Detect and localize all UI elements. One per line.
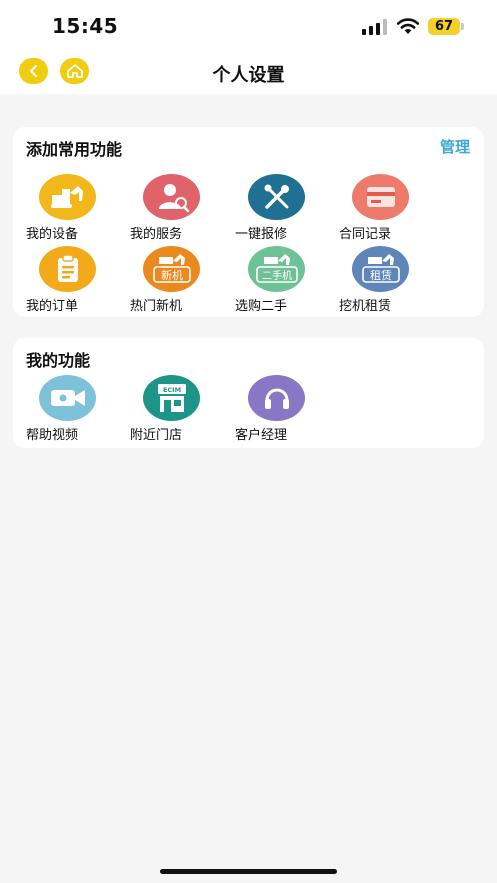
badge-text: ECIM [162,386,180,394]
battery-tip [461,23,464,30]
used-machine-icon: 二手机 [248,246,305,292]
grid-item-account-manager[interactable]: 客户经理 [235,375,335,445]
grid-item-my-equipment[interactable]: 我的设备 [26,174,126,244]
grid-item-hot-new-machines[interactable]: 新机 热门新机 [130,246,230,316]
wifi-icon [396,18,420,34]
service-person-icon [143,174,200,220]
grid-item-nearby-stores[interactable]: ECIM 附近门店 [130,375,230,445]
grid-item-my-service[interactable]: 我的服务 [130,174,230,244]
wrench-screwdriver-icon [248,174,305,220]
badge-text: 二手机 [262,269,292,282]
section-title: 添加常用功能 [26,140,123,159]
grid-item-label: 我的服务 [130,227,183,242]
grid-item-quick-repair[interactable]: 一键报修 [235,174,335,244]
my-functions-card: 我的功能 帮助视频 ECIM 附近门店 客户经理 [13,338,484,448]
badge-text: 租赁 [370,268,392,282]
common-functions-card: 添加常用功能 管理 我的设备 我的服务 一键报修 合同记录 我的订单 新机 热门… [13,127,484,317]
headset-icon [248,375,305,421]
grid-item-label: 客户经理 [235,428,288,443]
battery-indicator: 67 [428,18,460,35]
status-time: 15:45 [52,14,119,38]
grid-item-label: 选购二手 [235,299,288,314]
grid-item-my-orders[interactable]: 我的订单 [26,246,126,316]
video-camera-icon [39,375,96,421]
cellular-signal-icon [362,19,387,35]
store-icon: ECIM [143,375,200,421]
excavator-icon [39,174,96,220]
manage-button[interactable]: 管理 [440,136,470,157]
clipboard-icon [39,246,96,292]
rental-machine-icon: 租赁 [352,246,409,292]
page-title: 个人设置 [212,65,285,86]
grid-item-contract-records[interactable]: 合同记录 [339,174,439,244]
nav-bar: 个人设置 [0,52,497,94]
grid-item-label: 挖机租赁 [339,299,392,314]
grid-item-label: 附近门店 [130,428,183,443]
grid-item-label: 合同记录 [339,227,392,242]
grid-item-label: 热门新机 [130,299,183,314]
grid-item-help-videos[interactable]: 帮助视频 [26,375,126,445]
grid-item-label: 帮助视频 [26,428,79,443]
badge-text: 新机 [161,268,183,282]
home-indicator [160,869,337,874]
credit-card-icon [352,174,409,220]
grid-item-used-machines[interactable]: 二手机 选购二手 [235,246,335,316]
grid-item-excavator-rental[interactable]: 租赁 挖机租赁 [339,246,439,316]
status-bar: 15:45 67 [0,0,497,52]
new-machine-icon: 新机 [143,246,200,292]
grid-item-label: 我的设备 [26,227,79,242]
grid-item-label: 我的订单 [26,299,79,314]
section-title: 我的功能 [26,351,91,370]
grid-item-label: 一键报修 [235,227,288,242]
